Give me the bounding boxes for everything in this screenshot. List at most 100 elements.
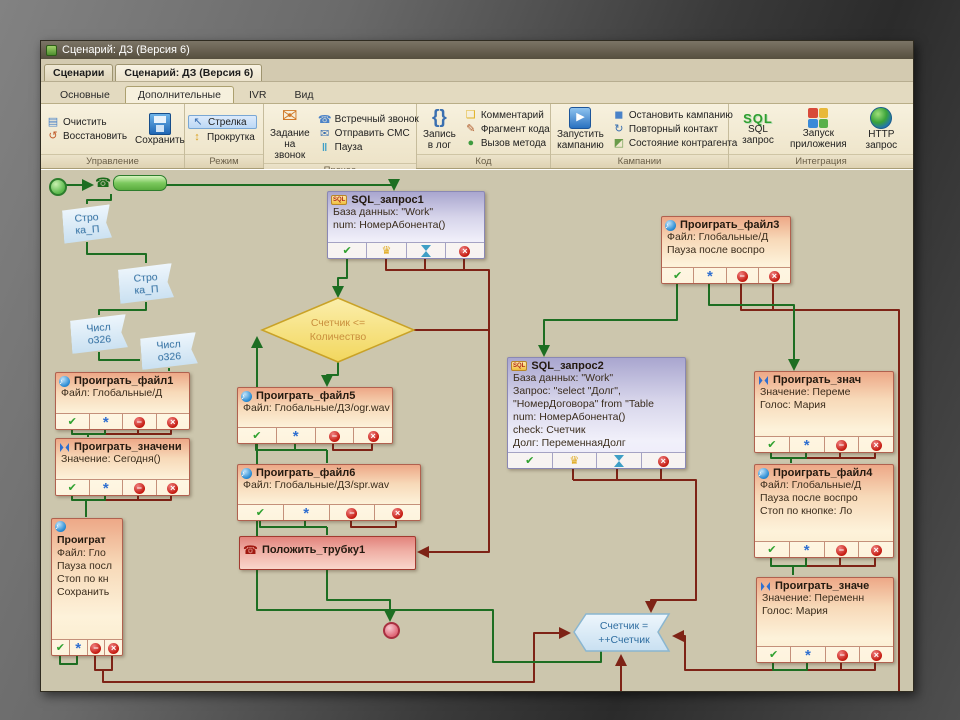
port-interrupt[interactable]: *: [694, 268, 727, 283]
port-timeout[interactable]: [597, 453, 642, 468]
port-interrupt[interactable]: *: [70, 640, 88, 655]
clear-button[interactable]: ▤ Очистить: [44, 116, 129, 128]
port-timeout[interactable]: [407, 243, 446, 258]
arrow-mode-button[interactable]: ↖ Стрелка: [188, 115, 257, 129]
error-icon: ×: [167, 483, 179, 494]
condition-diamond[interactable]: Счетчик <= Количество: [260, 297, 416, 363]
play-value-icon: [60, 442, 69, 452]
node-play-file-1[interactable]: ♪ Проиграть_файл1 Файл: Глобальные/Д ✔ * − ×: [55, 372, 190, 430]
port-no-answer[interactable]: −: [123, 414, 157, 429]
title-bar[interactable]: Сценарий: ДЗ (Версия 6): [41, 41, 913, 59]
port-interrupt[interactable]: *: [791, 647, 826, 662]
node-play-file-4[interactable]: ♪ Проиграть_файл4 Файл: Глобальные/Д Пауз…: [754, 464, 894, 558]
port-no-answer[interactable]: −: [330, 505, 376, 520]
port-success[interactable]: ✔: [56, 414, 90, 429]
port-interrupt[interactable]: *: [90, 414, 123, 429]
port-error[interactable]: ×: [375, 505, 420, 520]
ribbon-tab-ivr[interactable]: IVR: [236, 86, 280, 103]
scenario-canvas[interactable]: Счетчик <= Количество Счетчик = ++Счетчи…: [41, 169, 913, 691]
node-play-file-5[interactable]: ♪ Проиграть_файл5 Файл: Глобальные/ДЗ/ogr…: [237, 387, 393, 444]
contractor-state-button[interactable]: ◩ Состояние контрагента: [610, 137, 740, 149]
port-error[interactable]: ×: [446, 243, 484, 258]
node-play-value-2[interactable]: Проиграть_знач Значение: Переме Голос: М…: [754, 371, 894, 453]
start-node[interactable]: [49, 178, 67, 196]
port-no-answer[interactable]: −: [88, 640, 106, 655]
stop-campaign-button[interactable]: ◼ Остановить кампанию: [610, 109, 740, 121]
port-empty-result[interactable]: ♛: [367, 243, 407, 258]
port-success[interactable]: ✔: [662, 268, 695, 283]
node-sql-query-1[interactable]: SQL SQL_запрос1 База данных: "Work" num: …: [327, 191, 485, 259]
scroll-mode-button[interactable]: ↕ Прокрутка: [188, 131, 257, 143]
port-success[interactable]: ✔: [508, 453, 553, 468]
call-method-button[interactable]: ● Вызов метода: [462, 137, 552, 149]
node-play-file-3[interactable]: ♪ Проиграть_файл3 Файл: Глобальные/Д Пауз…: [661, 216, 791, 284]
node-hangup[interactable]: ☎ Положить_трубку1: [239, 536, 416, 570]
end-node[interactable]: [383, 622, 400, 639]
port-no-answer[interactable]: −: [316, 428, 355, 443]
log-button[interactable]: {} Запись в лог: [420, 106, 459, 152]
call-task-button[interactable]: ✉ Задание на звонок: [267, 105, 313, 162]
port-error[interactable]: ×: [157, 480, 190, 495]
port-success[interactable]: ✔: [52, 640, 70, 655]
port-no-answer[interactable]: −: [825, 437, 860, 452]
variable-node-stroka2[interactable]: Стро ка_П: [118, 263, 174, 304]
port-success[interactable]: ✔: [56, 480, 90, 495]
port-no-answer[interactable]: −: [825, 542, 860, 557]
port-interrupt[interactable]: *: [284, 505, 330, 520]
port-success[interactable]: ✔: [755, 542, 790, 557]
tab-scenarios[interactable]: Сценарии: [44, 64, 114, 81]
node-play-value-3[interactable]: Проиграть_значе Значение: Переменн Голос…: [756, 577, 894, 663]
port-error[interactable]: ×: [859, 437, 893, 452]
pause-button[interactable]: ‖ Пауза: [316, 142, 421, 154]
send-sms-button[interactable]: ✉ Отправить СМС: [316, 128, 421, 140]
asterisk-icon: *: [292, 428, 299, 444]
counter-node[interactable]: Счетчик = ++Счетчик: [573, 613, 671, 652]
port-empty-result[interactable]: ♛: [553, 453, 597, 468]
incoming-call-node[interactable]: ☎: [95, 175, 168, 191]
start-campaign-button[interactable]: ▶ Запустить кампанию: [554, 106, 607, 152]
error-icon: ×: [459, 246, 471, 257]
variable-node-chislo1[interactable]: Числ о326: [70, 314, 128, 354]
ribbon-tab-main[interactable]: Основные: [47, 86, 123, 103]
node-play-file-6[interactable]: ♪ Проиграть_файл6 Файл: Глобальные/ДЗ/spr…: [237, 464, 421, 521]
port-interrupt[interactable]: *: [277, 428, 316, 443]
incoming-call-button[interactable]: ☎ Встречный звонок: [316, 114, 421, 126]
port-no-answer[interactable]: −: [826, 647, 860, 662]
port-error[interactable]: ×: [105, 640, 122, 655]
run-app-button[interactable]: Запуск приложения: [787, 107, 850, 151]
code-fragment-button[interactable]: ✎ Фрагмент кода: [462, 123, 552, 135]
port-error[interactable]: ×: [860, 647, 893, 662]
comment-button[interactable]: ❑ Комментарий: [462, 109, 552, 121]
port-error[interactable]: ×: [759, 268, 790, 283]
variable-node-stroka1[interactable]: Стро ка_П: [62, 204, 112, 243]
node-play-value-1[interactable]: Проиграть_значени Значение: Сегодня() ✔ *…: [55, 438, 190, 496]
sql-query-button[interactable]: SQL SQL запрос: [732, 112, 784, 147]
port-no-answer[interactable]: −: [727, 268, 759, 283]
port-error[interactable]: ×: [642, 453, 686, 468]
port-success[interactable]: ✔: [755, 437, 790, 452]
check-icon: ✔: [769, 649, 779, 661]
port-interrupt[interactable]: *: [790, 542, 825, 557]
group-label-integration: Интеграция: [729, 154, 913, 168]
tab-scenario-dz[interactable]: Сценарий: ДЗ (Версия 6): [115, 64, 263, 81]
node-sql-query-2[interactable]: SQL SQL_запрос2 База данных: "Work" Запро…: [507, 357, 686, 469]
port-success[interactable]: ✔: [238, 505, 284, 520]
port-interrupt[interactable]: *: [90, 480, 123, 495]
save-button[interactable]: Сохранить: [132, 112, 188, 147]
play-file-icon: ♪: [758, 467, 769, 479]
node-play-file-tall[interactable]: ♪ Проиграт Файл: Гло Пауза посл Стоп по …: [51, 518, 123, 656]
ribbon-tab-additional[interactable]: Дополнительные: [124, 86, 234, 103]
port-error[interactable]: ×: [157, 414, 190, 429]
port-success[interactable]: ✔: [238, 428, 277, 443]
repeat-contact-button[interactable]: ↻ Повторный контакт: [610, 123, 740, 135]
restore-button[interactable]: ↺ Восстановить: [44, 130, 129, 142]
ribbon-tab-view[interactable]: Вид: [281, 86, 326, 103]
port-interrupt[interactable]: *: [790, 437, 825, 452]
variable-node-chislo2[interactable]: Числ о326: [140, 332, 198, 370]
http-request-button[interactable]: HTTP запрос: [853, 106, 910, 152]
port-no-answer[interactable]: −: [123, 480, 157, 495]
port-error[interactable]: ×: [859, 542, 893, 557]
port-success[interactable]: ✔: [757, 647, 792, 662]
port-success[interactable]: ✔: [328, 243, 368, 258]
port-error[interactable]: ×: [354, 428, 392, 443]
